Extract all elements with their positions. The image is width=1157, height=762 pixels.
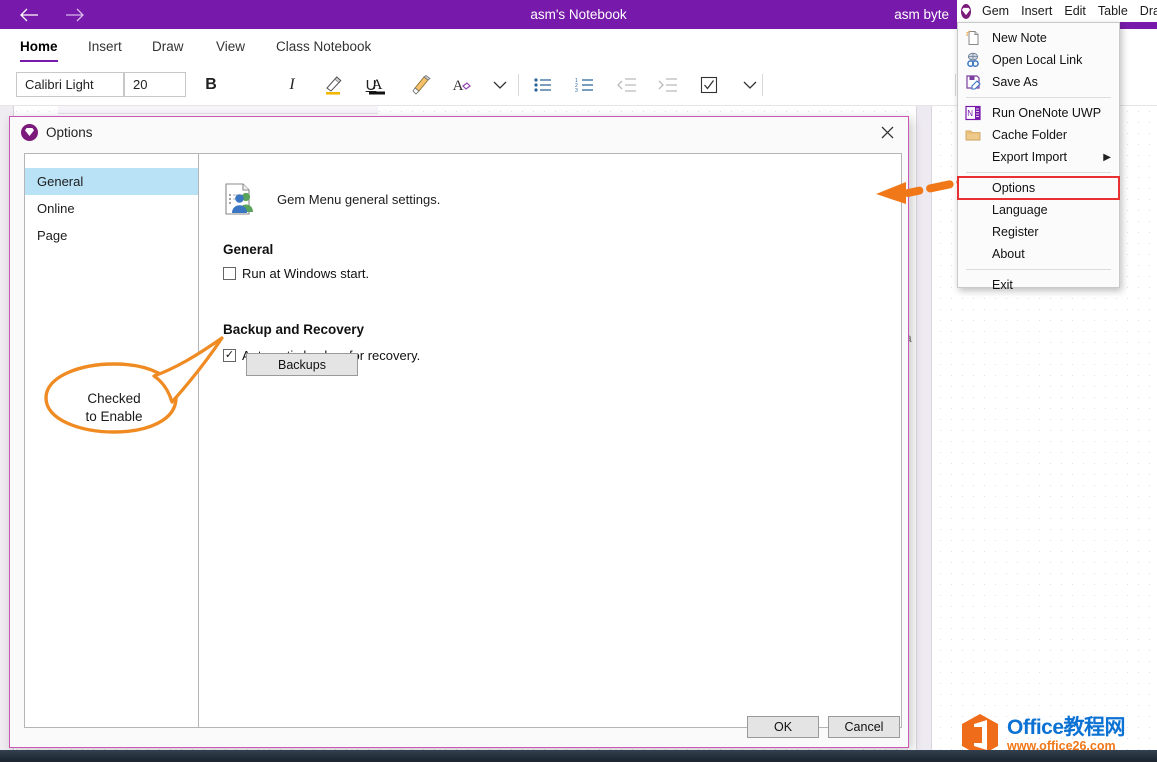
menubar-item-draw[interactable]: Draw [1134,4,1157,18]
bullet-list-icon[interactable] [530,72,556,98]
nav-item-online[interactable]: Online [25,195,205,222]
dialog-title: Options [46,125,93,140]
cancel-button[interactable]: Cancel [828,716,900,738]
gem-dropdown-menu: New Note Open Local Link Save As N Run O… [957,22,1120,288]
dialog-content-pane: Gem Menu general settings. General Run a… [198,153,902,728]
screenshot-root: asm's Notebook asm byte Home Insert Draw… [0,0,1157,762]
folder-icon [965,127,981,143]
menu-item-register[interactable]: Register [958,221,1119,243]
section-title-general: General [223,242,273,257]
ok-button[interactable]: OK [747,716,819,738]
font-name-input[interactable]: Calibri Light [16,72,124,97]
menu-item-label: About [992,247,1025,261]
dialog-header-text: Gem Menu general settings. [277,192,440,207]
callout-text: Checked to Enable [64,390,164,426]
menu-item-cache-folder[interactable]: Cache Folder [958,124,1119,146]
font-size-input[interactable]: 20 [124,72,186,97]
format-painter-icon[interactable] [407,72,433,98]
menu-item-label: Exit [992,278,1013,292]
document-people-icon [221,182,255,216]
tab-home[interactable]: Home [16,29,62,64]
menubar-item-edit[interactable]: Edit [1058,4,1092,18]
chevron-right-icon: ▶ [1103,146,1111,168]
desktop-background-strip [0,750,1157,762]
tab-draw[interactable]: Draw [148,29,188,64]
page-header-strip [58,106,378,114]
menu-separator [966,172,1111,173]
svg-text:N: N [967,109,973,118]
menu-separator [966,269,1111,270]
menubar-item-table[interactable]: Table [1092,4,1134,18]
menu-item-exit[interactable]: Exit [958,274,1119,296]
menu-item-label: Run OneNote UWP [992,106,1101,120]
decrease-indent-icon[interactable] [614,72,640,98]
account-name[interactable]: asm byte [894,0,949,29]
highlighter-icon[interactable] [320,72,346,98]
menu-item-export-import[interactable]: Export Import ▶ [958,146,1119,168]
tab-view[interactable]: View [212,29,249,64]
menu-item-label: Save As [992,75,1038,89]
menu-item-label: Open Local Link [992,53,1082,67]
menubar-item-insert[interactable]: Insert [1015,4,1058,18]
tab-class-notebook[interactable]: Class Notebook [272,29,375,64]
save-as-icon [965,74,981,90]
font-color-icon[interactable]: A [364,72,390,98]
italic-button[interactable]: I [279,72,305,98]
arrow-left-icon[interactable] [6,0,52,29]
increase-indent-icon[interactable] [655,72,681,98]
chevron-down-icon [493,80,507,90]
new-note-icon [965,30,981,46]
gem-diamond-icon [961,4,971,19]
numbered-list-icon[interactable]: 123 [572,72,598,98]
menu-item-about[interactable]: About [958,243,1119,265]
menubar-item-gem[interactable]: Gem [976,4,1015,18]
section-title-backup-and-recovery: Backup and Recovery [223,322,364,337]
checkbox-label: Run at Windows start. [242,266,369,281]
callout-line-2: to Enable [64,408,164,426]
svg-text:A: A [372,77,383,93]
gem-diamond-icon [21,124,38,141]
bold-button[interactable]: B [198,72,224,98]
menu-item-label: New Note [992,31,1047,45]
watermark-texts: Office教程网 www.office26.com [1007,717,1125,753]
menu-item-label: Options [992,181,1035,195]
menu-item-label: Cache Folder [992,128,1067,142]
menu-item-new-note[interactable]: New Note [958,27,1119,49]
menu-item-label: Language [992,203,1048,217]
menu-item-options[interactable]: Options [958,177,1119,199]
gem-menubar: Gem Insert Edit Table Draw [957,0,1157,22]
tab-insert[interactable]: Insert [84,29,126,64]
svg-text:3: 3 [575,88,578,93]
menu-item-open-local-link[interactable]: Open Local Link [958,49,1119,71]
menu-item-label: Register [992,225,1039,239]
menu-item-save-as[interactable]: Save As [958,71,1119,93]
chevron-down-icon [743,80,757,90]
onenote-uwp-icon: N [965,105,981,121]
checkbox-run-at-windows-start[interactable]: Run at Windows start. [223,266,369,281]
clear-formatting-icon[interactable]: A [448,72,474,98]
nav-item-page[interactable]: Page [25,222,205,249]
menu-item-language[interactable]: Language [958,199,1119,221]
checkbox-tag-icon[interactable] [696,72,722,98]
open-local-link-icon [965,52,981,68]
watermark-title: Office教程网 [1007,717,1125,738]
more-font-options-button[interactable] [487,72,513,98]
arrow-right-icon[interactable] [52,0,98,29]
dialog-titlebar: Options [10,117,908,147]
close-icon[interactable] [870,119,904,145]
menu-separator [966,97,1111,98]
svg-text:A: A [453,78,464,94]
menu-item-label: Export Import [992,150,1067,164]
dialog-header-row: Gem Menu general settings. [221,182,440,216]
tags-dropdown-button[interactable] [737,72,763,98]
nav-item-general[interactable]: General [25,168,205,195]
menu-item-run-onenote-uwp[interactable]: N Run OneNote UWP [958,102,1119,124]
checkbox-box[interactable] [223,267,236,280]
callout-line-1: Checked [64,390,164,408]
